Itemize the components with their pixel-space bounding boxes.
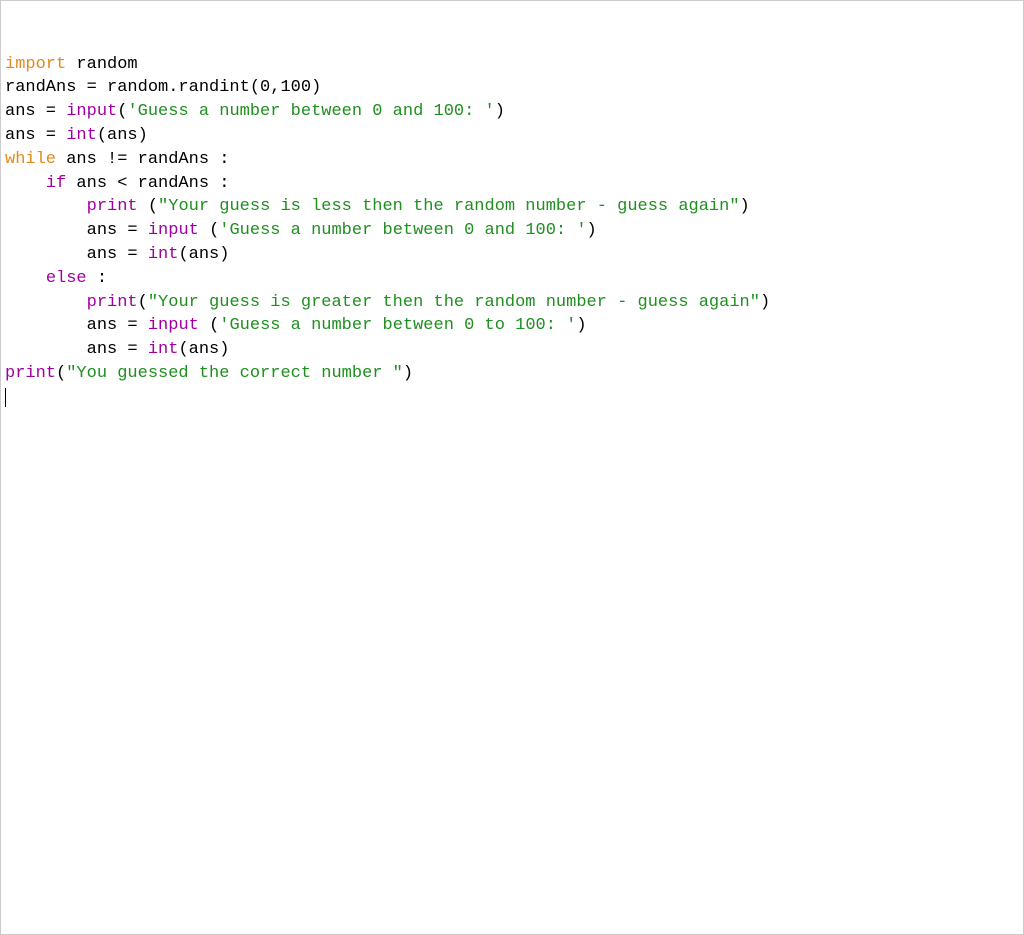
code-line: import random <box>5 55 138 74</box>
builtin-input: input <box>66 102 117 121</box>
indent <box>5 293 87 312</box>
code-text: ans = <box>87 340 148 359</box>
code-text: ) <box>740 197 750 216</box>
keyword-if: if <box>46 174 66 193</box>
code-text: ( <box>209 221 219 240</box>
code-text: ans = <box>5 102 66 121</box>
number-literal: 0 <box>260 78 270 97</box>
code-line: else : <box>5 269 107 288</box>
code-text: ans != randAns : <box>56 150 229 169</box>
indent <box>5 340 87 359</box>
indent <box>5 316 87 335</box>
code-text: ( <box>117 102 127 121</box>
keyword-import: import <box>5 55 66 74</box>
builtin-print: print <box>87 293 138 312</box>
indent <box>5 197 87 216</box>
code-text: : <box>87 269 107 288</box>
module-name: random <box>66 55 137 74</box>
builtin-input: input <box>148 316 199 335</box>
keyword-else: else <box>46 269 87 288</box>
code-text: ) <box>760 293 770 312</box>
string-literal: 'Guess a number between 0 and 100: ' <box>127 102 494 121</box>
code-text: ans < randAns : <box>66 174 229 193</box>
code-text: ( <box>148 197 158 216</box>
code-text: ( <box>56 364 66 383</box>
code-text <box>138 197 148 216</box>
indent <box>5 221 87 240</box>
code-text: ) <box>495 102 505 121</box>
code-text: ( <box>138 293 148 312</box>
code-line: print("You guessed the correct number ") <box>5 364 413 383</box>
code-line: print("Your guess is greater then the ra… <box>5 293 770 312</box>
code-line: ans = input ('Guess a number between 0 a… <box>5 221 597 240</box>
builtin-print: print <box>87 197 138 216</box>
string-literal: "Your guess is greater then the random n… <box>148 293 760 312</box>
string-literal: "You guessed the correct number " <box>66 364 403 383</box>
code-line: while ans != randAns : <box>5 150 229 169</box>
text-cursor <box>5 388 6 407</box>
code-text: ans = <box>87 221 148 240</box>
code-text: ans = <box>87 316 148 335</box>
code-text: (ans) <box>178 340 229 359</box>
code-line: if ans < randAns : <box>5 174 229 193</box>
code-text: (ans) <box>97 126 148 145</box>
code-line: ans = int(ans) <box>5 340 229 359</box>
string-literal: "Your guess is less then the random numb… <box>158 197 740 216</box>
code-text: (ans) <box>178 245 229 264</box>
code-text: , <box>270 78 280 97</box>
builtin-print: print <box>5 364 56 383</box>
indent <box>5 245 87 264</box>
indent <box>5 174 46 193</box>
code-line: ans = int(ans) <box>5 126 148 145</box>
builtin-input: input <box>148 221 199 240</box>
code-text: randAns = random.randint( <box>5 78 260 97</box>
string-literal: 'Guess a number between 0 to 100: ' <box>219 316 576 335</box>
code-text: ( <box>209 316 219 335</box>
code-line: ans = input ('Guess a number between 0 t… <box>5 316 587 335</box>
code-text: ) <box>311 78 321 97</box>
builtin-int: int <box>148 340 179 359</box>
code-text: ) <box>576 316 586 335</box>
string-literal: 'Guess a number between 0 and 100: ' <box>219 221 586 240</box>
code-text: ans = <box>5 126 66 145</box>
code-line: randAns = random.randint(0,100) <box>5 78 321 97</box>
code-text: ) <box>403 364 413 383</box>
code-text <box>199 221 209 240</box>
builtin-int: int <box>148 245 179 264</box>
code-editor[interactable]: import random randAns = random.randint(0… <box>5 53 1019 410</box>
indent <box>5 269 46 288</box>
keyword-while: while <box>5 150 56 169</box>
code-text: ans = <box>87 245 148 264</box>
code-line: ans = int(ans) <box>5 245 229 264</box>
code-text: ) <box>587 221 597 240</box>
number-literal: 100 <box>280 78 311 97</box>
code-text <box>199 316 209 335</box>
code-line: ans = input('Guess a number between 0 an… <box>5 102 505 121</box>
builtin-int: int <box>66 126 97 145</box>
code-line: print ("Your guess is less then the rand… <box>5 197 750 216</box>
